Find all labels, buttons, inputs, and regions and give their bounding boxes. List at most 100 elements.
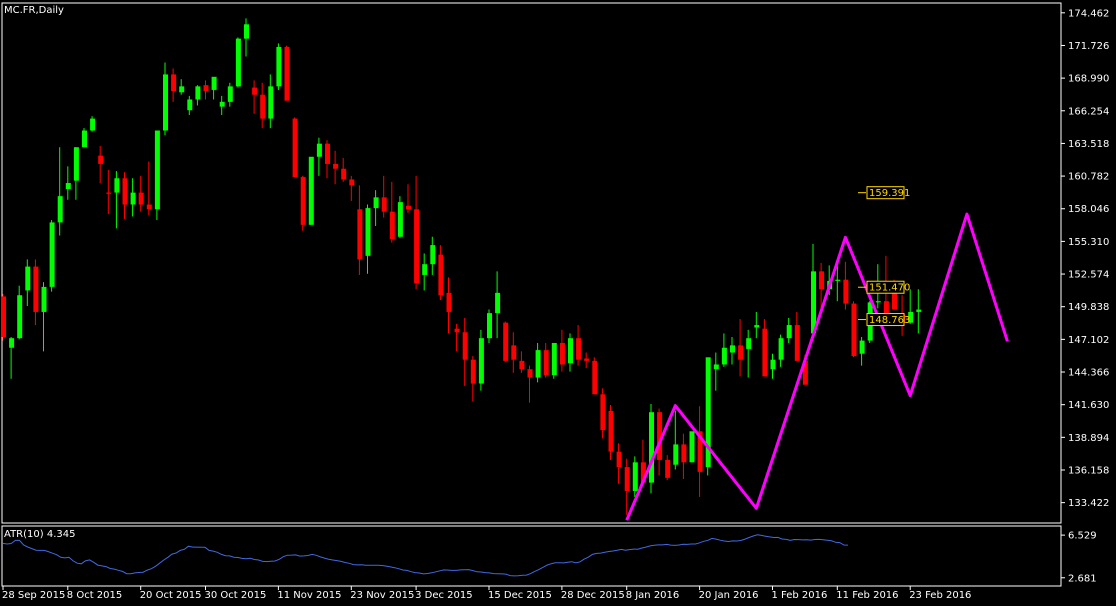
candle-body	[649, 412, 654, 483]
candle	[478, 329, 484, 391]
candle-body	[365, 208, 371, 256]
candle-body	[811, 271, 816, 334]
y-tick-label: 168.990	[1068, 74, 1109, 85]
candle-body	[665, 459, 671, 478]
candle-body	[114, 178, 120, 193]
y-tick-label: 155.310	[1068, 237, 1109, 248]
candle-body	[608, 411, 614, 452]
candle-body	[851, 303, 857, 357]
candle-body	[495, 292, 501, 314]
candle-body	[179, 86, 185, 93]
price-label: 148.763	[869, 315, 910, 326]
candle-body	[106, 192, 112, 194]
candle	[592, 357, 598, 395]
atr-y-tick-label: 6.529	[1068, 531, 1097, 542]
y-tick-label: 136.158	[1068, 465, 1109, 476]
candle-body	[260, 94, 266, 119]
candle-body	[446, 292, 452, 312]
x-tick-label: 28 Dec 2015	[561, 590, 625, 601]
candle-body	[171, 74, 177, 92]
y-tick-label: 174.462	[1068, 8, 1109, 19]
x-tick-label: 23 Nov 2015	[350, 590, 414, 601]
candle-body	[381, 197, 387, 212]
candle	[632, 456, 638, 497]
x-tick-label: 20 Jan 2016	[699, 590, 759, 601]
candle-body	[49, 222, 55, 287]
candle-body	[203, 85, 209, 92]
candle-body	[487, 313, 492, 339]
candle-body	[211, 76, 217, 90]
candle-body	[65, 183, 71, 189]
candle-body	[738, 345, 744, 360]
candle-body	[397, 202, 403, 237]
candle	[292, 117, 298, 178]
candle-body	[146, 204, 152, 210]
candle-body	[778, 338, 784, 360]
candle	[1, 294, 6, 341]
candle-body	[57, 196, 63, 223]
candle	[235, 37, 241, 88]
candle-body	[9, 338, 15, 348]
candle-body	[519, 360, 525, 370]
atr-chart-title: ATR(10) 4.345	[4, 529, 75, 540]
candle-body	[122, 178, 128, 205]
candle-body	[268, 86, 274, 119]
candle-body	[235, 38, 241, 87]
x-tick-label: 8 Jan 2016	[626, 590, 680, 601]
candle-body	[98, 155, 104, 164]
candle-body	[794, 325, 800, 361]
y-tick-label: 147.102	[1068, 335, 1109, 346]
candle-body	[252, 87, 258, 95]
candle	[397, 196, 403, 238]
candle-body	[859, 340, 865, 354]
candle-body	[478, 338, 484, 384]
candle-body	[746, 338, 752, 349]
candle-body	[721, 347, 727, 365]
candle-body	[373, 197, 379, 209]
candle	[276, 43, 282, 90]
x-tick-label: 15 Dec 2015	[488, 590, 552, 601]
x-tick-label: 23 Feb 2016	[909, 590, 971, 601]
candle-body	[875, 301, 881, 303]
x-tick-label: 28 Sep 2015	[2, 590, 65, 601]
candle-body	[41, 286, 47, 312]
y-tick-label: 152.574	[1068, 270, 1109, 281]
candle	[300, 175, 306, 231]
candle-body	[673, 444, 679, 465]
candle-body	[17, 295, 23, 339]
candle-body	[244, 24, 249, 39]
chart-canvas: MC.FR,Daily ATR(10) 4.345 174.462 171.726…	[0, 0, 1116, 606]
y-tick-label: 158.046	[1068, 204, 1109, 215]
candle-body	[624, 467, 630, 491]
candle-body	[543, 350, 549, 376]
candle-body	[527, 369, 533, 378]
candle-body	[430, 245, 436, 265]
candle-body	[292, 118, 298, 178]
candle-body	[568, 338, 573, 364]
candle-body	[559, 342, 565, 365]
candle-body	[349, 179, 355, 186]
candle-body	[300, 177, 306, 225]
candle-body	[195, 86, 201, 100]
y-tick-label: 171.726	[1068, 41, 1109, 52]
candle-body	[584, 358, 590, 361]
x-tick-label: 20 Oct 2015	[140, 590, 202, 601]
candle-body	[325, 143, 330, 164]
price-chart-title: MC.FR,Daily	[4, 5, 64, 16]
candle-body	[308, 156, 314, 225]
candle	[705, 357, 711, 476]
candle-body	[762, 328, 768, 377]
candle-body	[82, 130, 87, 148]
candle-body	[786, 325, 792, 339]
candle-body	[892, 291, 897, 310]
candle	[851, 301, 857, 358]
candle-body	[470, 359, 476, 384]
candle	[689, 431, 695, 463]
x-tick-label: 11 Nov 2015	[277, 590, 341, 601]
candle-body	[316, 143, 322, 157]
candle-body	[770, 359, 776, 370]
candle-body	[462, 332, 468, 360]
y-tick-label: 160.782	[1068, 172, 1109, 183]
price-label: 151.470	[869, 283, 910, 294]
candle-body	[730, 345, 735, 353]
